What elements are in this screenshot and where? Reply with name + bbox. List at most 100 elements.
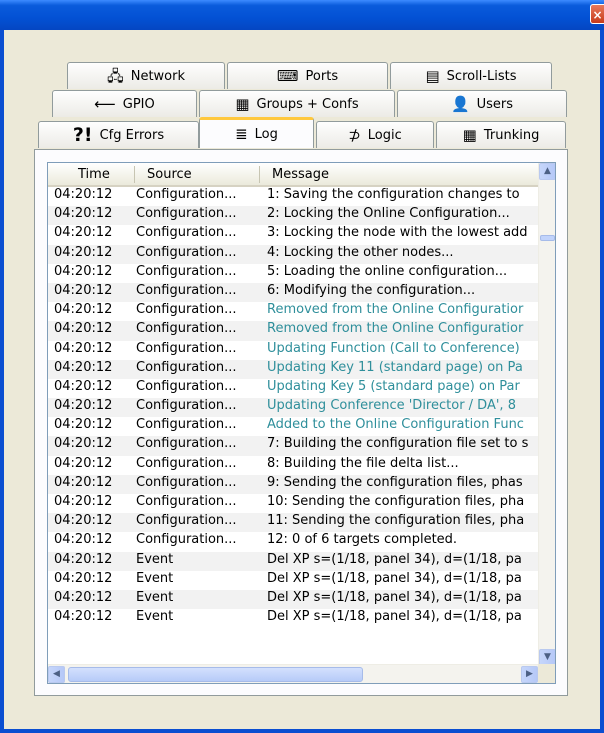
- table-row[interactable]: 04:20:12 Event Del XP s=(1/18, panel 34), …: [48, 589, 538, 610]
- cell-source: Configuration...: [136, 206, 237, 222]
- cell-source: Configuration...: [136, 340, 237, 356]
- cell-time: 04:20:12: [54, 378, 113, 394]
- cell-time: 04:20:12: [54, 609, 113, 625]
- table-row[interactable]: 04:20:12 Event Del XP s=(1/18, panel 34), …: [48, 609, 538, 628]
- cell-time: 04:20:12: [54, 513, 113, 529]
- table-row[interactable]: 04:20:12 Configuration... 7: Building the …: [48, 436, 538, 456]
- cell-time: 04:20:12: [54, 417, 113, 433]
- cell-source: Configuration...: [136, 359, 237, 375]
- table-row[interactable]: 04:20:12 Event Del XP s=(1/18, panel 34), …: [48, 551, 538, 571]
- horizontal-scrollbar[interactable]: ◀ ▶: [48, 664, 538, 683]
- groups-icon: ▦: [235, 94, 250, 113]
- cell-time: 04:20:12: [54, 187, 113, 202]
- tab-network[interactable]: 🖧 Network: [67, 62, 225, 89]
- cell-message: 11: Sending the configuration files, pha: [267, 513, 525, 529]
- scroll-left-button[interactable]: ◀: [48, 666, 65, 683]
- vertical-scroll-thumb[interactable]: [540, 235, 555, 241]
- cell-source: Configuration...: [136, 302, 237, 318]
- column-header-time[interactable]: Time: [78, 167, 110, 182]
- cell-time: 04:20:12: [54, 263, 113, 279]
- tab-ports[interactable]: ⌨ Ports: [227, 62, 388, 89]
- tab-label: Log: [254, 126, 278, 142]
- horizontal-scroll-thumb[interactable]: [68, 667, 363, 682]
- cell-source: Configuration...: [136, 417, 237, 433]
- cell-source: Event: [136, 589, 174, 605]
- cell-source: Event: [136, 551, 174, 567]
- cell-time: 04:20:12: [54, 532, 113, 548]
- cell-source: Configuration...: [136, 494, 237, 509]
- title-bar[interactable]: ×: [0, 0, 604, 30]
- cell-time: 04:20:12: [54, 340, 113, 356]
- tab-users[interactable]: 👤 Users: [397, 90, 567, 117]
- cell-source: Configuration...: [136, 282, 237, 298]
- scroll-up-button[interactable]: ▲: [539, 163, 555, 180]
- cell-source: Configuration...: [136, 187, 237, 202]
- column-header-source[interactable]: Source: [147, 167, 192, 182]
- cell-time: 04:20:12: [54, 282, 113, 298]
- table-row[interactable]: 04:20:12 Configuration... 12: 0 of 6 targe…: [48, 532, 538, 551]
- table-row[interactable]: 04:20:12 Configuration... 10: Sending the …: [48, 494, 538, 513]
- cell-message: 3: Locking the node with the lowest add: [267, 225, 528, 241]
- table-row[interactable]: 04:20:12 Configuration... Updating Key 11 …: [48, 359, 538, 379]
- cell-source: Configuration...: [136, 263, 237, 279]
- cell-source: Configuration...: [136, 378, 237, 394]
- cell-source: Configuration...: [136, 225, 237, 241]
- cell-message: Removed from the Online Configuratior: [267, 302, 524, 318]
- table-row[interactable]: 04:20:12 Configuration... 11: Sending the …: [48, 513, 538, 533]
- table-row[interactable]: 04:20:12 Configuration... 3: Locking the n…: [48, 225, 538, 244]
- tab-label: Cfg Errors: [99, 127, 165, 143]
- cell-message: 2: Locking the Online Configuration...: [267, 206, 510, 222]
- column-divider[interactable]: [259, 166, 260, 183]
- tab-cfg-errors[interactable]: ?! Cfg Errors: [38, 121, 199, 148]
- table-row[interactable]: 04:20:12 Configuration... Added to the Onl…: [48, 417, 538, 436]
- cell-source: Configuration...: [136, 513, 237, 529]
- tab-trunking[interactable]: ▦ Trunking: [436, 121, 566, 148]
- table-row[interactable]: 04:20:12 Configuration... 6: Modifying the…: [48, 282, 538, 303]
- table-row[interactable]: 04:20:12 Configuration... 4: Locking the o…: [48, 244, 538, 264]
- tab-gpio[interactable]: ⟵ GPIO: [52, 90, 197, 117]
- table-row[interactable]: 04:20:12 Event Del XP s=(1/18, panel 34), …: [48, 571, 538, 590]
- table-row[interactable]: 04:20:12 Configuration... 9: Sending the c…: [48, 474, 538, 494]
- cell-time: 04:20:12: [54, 436, 113, 452]
- table-row[interactable]: 04:20:12 Configuration... Removed from the…: [48, 302, 538, 321]
- vertical-scrollbar[interactable]: ▲ ▼: [538, 163, 555, 666]
- cell-message: 6: Modifying the configuration...: [267, 282, 476, 298]
- cell-source: Configuration...: [136, 321, 237, 337]
- table-row[interactable]: 04:20:12 Configuration... Removed from the…: [48, 321, 538, 341]
- tab-groups-confs[interactable]: ▦ Groups + Confs: [199, 90, 395, 117]
- table-row[interactable]: 04:20:12 Configuration... 5: Loading the o…: [48, 264, 538, 283]
- cell-message: Updating Key 5 (standard page) on Par: [267, 378, 520, 394]
- cell-time: 04:20:12: [54, 359, 113, 375]
- chevron-down-icon: ▼: [544, 652, 551, 662]
- tab-log[interactable]: ≣ Log: [199, 117, 314, 148]
- cell-source: Configuration...: [136, 398, 237, 414]
- cell-message: 8: Building the file delta list...: [267, 455, 459, 471]
- close-button[interactable]: ×: [590, 4, 604, 24]
- table-row[interactable]: 04:20:12 Configuration... Updating Key 5 (…: [48, 379, 538, 398]
- table-row[interactable]: 04:20:12 Configuration... Updating Confere…: [48, 398, 538, 418]
- tab-scroll-lists[interactable]: ▤ Scroll-Lists: [390, 62, 552, 89]
- table-row[interactable]: 04:20:12 Configuration... 8: Building the …: [48, 456, 538, 475]
- log-list[interactable]: Time Source Message 04:20:12 Configuratio…: [47, 162, 556, 684]
- tab-label: GPIO: [122, 96, 155, 112]
- table-row[interactable]: 04:20:12 Configuration... 2: Locking the O…: [48, 206, 538, 226]
- cell-message: 9: Sending the configuration files, phas: [267, 474, 523, 490]
- column-header-message[interactable]: Message: [272, 167, 329, 182]
- cell-time: 04:20:12: [54, 551, 113, 567]
- cell-source: Configuration...: [136, 244, 237, 260]
- cell-message: Removed from the Online Configuratior: [267, 321, 524, 337]
- tab-label: Trunking: [483, 127, 540, 143]
- cell-source: Configuration...: [136, 436, 237, 452]
- cell-message: Del XP s=(1/18, panel 34), d=(1/18, pa: [267, 589, 522, 605]
- column-divider[interactable]: [134, 166, 135, 183]
- table-row[interactable]: 04:20:12 Configuration... 1: Saving the co…: [48, 187, 538, 206]
- table-row[interactable]: 04:20:12 Configuration... Updating Functio…: [48, 341, 538, 360]
- tab-logic[interactable]: ⊅ Logic: [316, 121, 434, 148]
- log-icon: ≣: [235, 124, 248, 143]
- trunking-icon: ▦: [462, 125, 477, 144]
- scroll-lists-icon: ▤: [425, 66, 440, 85]
- tab-label: Scroll-Lists: [446, 68, 517, 84]
- scroll-right-button[interactable]: ▶: [521, 666, 538, 683]
- cell-message: Del XP s=(1/18, panel 34), d=(1/18, pa: [267, 551, 522, 567]
- cell-message: Del XP s=(1/18, panel 34), d=(1/18, pa: [267, 609, 522, 625]
